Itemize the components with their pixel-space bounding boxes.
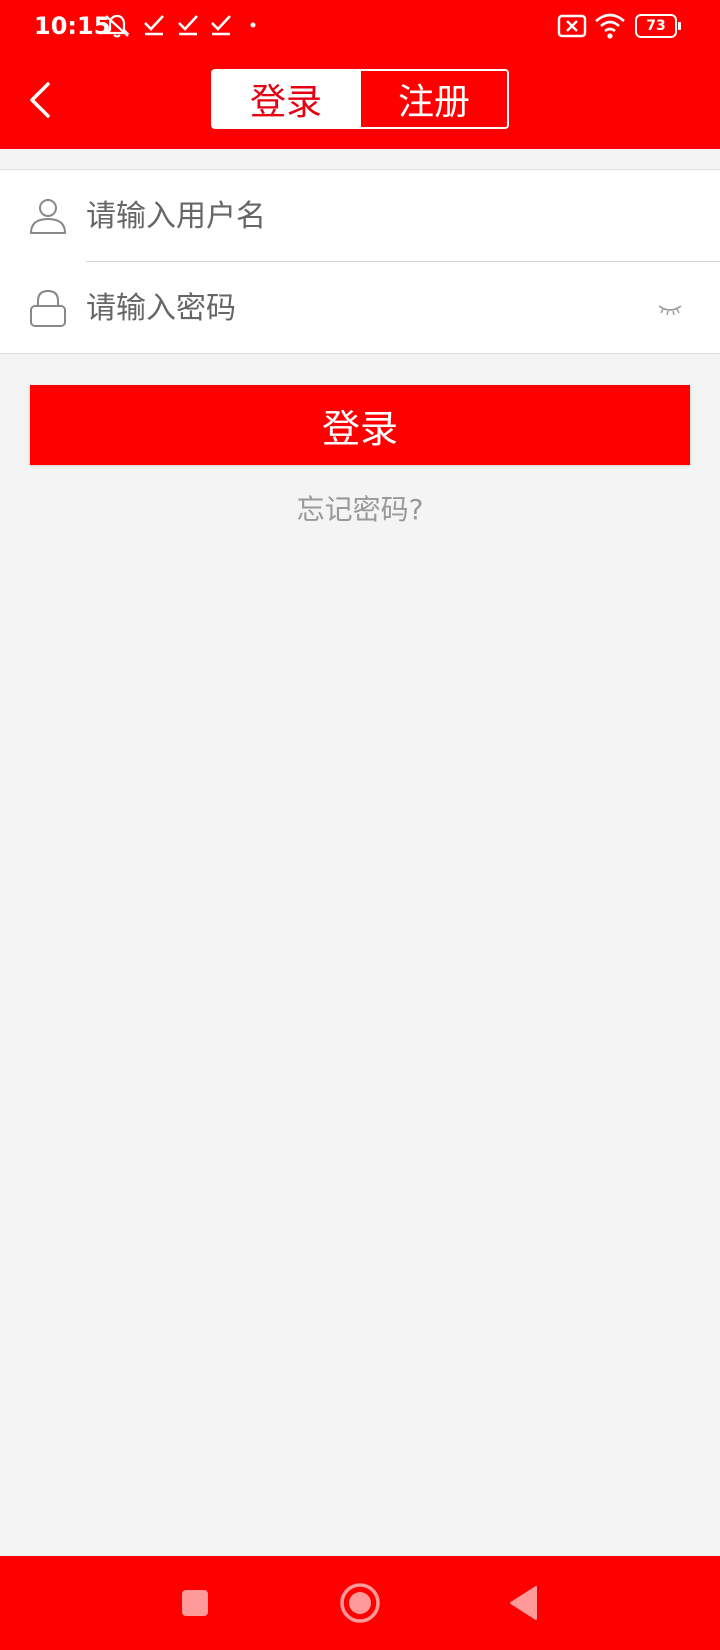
tab-register[interactable]: 注册 <box>359 71 507 127</box>
back-arrow-icon <box>30 82 50 118</box>
back-button[interactable] <box>20 72 64 128</box>
lock-icon <box>30 289 66 327</box>
navigation-bar <box>0 1556 720 1650</box>
check-icon <box>178 15 198 36</box>
toolbar: 登录 注册 <box>0 52 720 149</box>
status-time: 10:15 <box>34 12 111 40</box>
battery-icon: 73 <box>635 14 681 38</box>
username-row <box>0 170 720 262</box>
battery-level: 73 <box>646 18 666 34</box>
wifi-icon <box>595 13 625 39</box>
forgot-password-link[interactable]: 忘记密码? <box>0 488 720 528</box>
notification-muted-icon <box>104 14 130 38</box>
username-input[interactable] <box>86 188 646 244</box>
recents-button[interactable] <box>170 1578 220 1628</box>
header: 10:15 73 登录 注册 <box>0 0 720 149</box>
password-row <box>0 262 720 353</box>
login-button[interactable]: 登录 <box>30 385 690 465</box>
home-button[interactable] <box>335 1578 385 1628</box>
eye-closed-icon[interactable] <box>656 296 684 320</box>
no-sim-icon <box>557 14 587 38</box>
home-circle-icon <box>340 1583 380 1623</box>
tab-login[interactable]: 登录 <box>213 71 359 127</box>
check-icon <box>211 15 231 36</box>
password-input[interactable] <box>86 280 646 336</box>
tab-login-label: 登录 <box>249 82 322 123</box>
dot-icon <box>250 22 256 28</box>
recents-square-icon <box>182 1590 208 1616</box>
login-screen: 10:15 73 登录 注册 请输入用户名 登录 忘记密码? <box>0 0 720 1650</box>
auth-tab-switcher: 登录 注册 <box>211 69 509 129</box>
back-triangle-icon <box>510 1586 537 1620</box>
status-bar: 10:15 73 <box>0 0 720 52</box>
login-form <box>0 169 720 354</box>
tab-register-label: 注册 <box>397 82 470 123</box>
check-icon <box>144 15 164 36</box>
user-icon <box>29 199 67 234</box>
nav-back-button[interactable] <box>500 1578 550 1628</box>
